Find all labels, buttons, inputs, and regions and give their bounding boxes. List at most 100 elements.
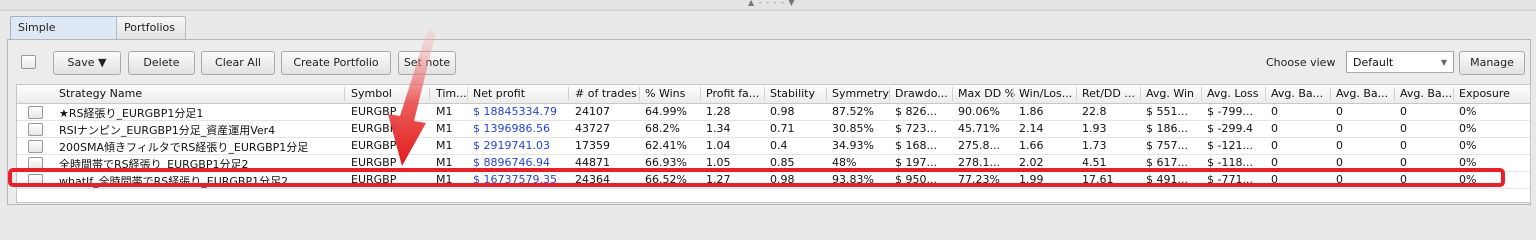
manage-button[interactable]: Manage [1459,51,1525,75]
view-select-value: Default [1353,56,1394,69]
cell-avg-bars-1: 0 [1271,105,1278,118]
cell-avg-bars-2: 0 [1336,139,1343,152]
chevron-down-icon: ▼ [1440,58,1447,67]
choose-view-label: Choose view [1266,56,1336,69]
cell-exposure: 0% [1459,122,1477,135]
cell-avg-loss: $ -121... [1207,139,1253,152]
col-profit-factor[interactable]: Profit fa... [706,87,759,100]
cell-avg-bars-2: 0 [1336,122,1343,135]
cell-profit-factor: 1.28 [706,105,731,118]
row-checkbox[interactable] [28,140,43,153]
col-net-profit[interactable]: Net profit [473,87,525,100]
tab-simple-strategies[interactable]: Simple strategies [10,16,120,56]
cell-win-loss: 2.14 [1019,122,1044,135]
column-divider [1140,87,1141,101]
cell-strategy-name: 200SMA傾きフィルタでRS経張り_EURGBP1分足 [59,141,309,154]
column-divider [344,87,345,101]
cell-net-profit: $ 2919741.03 [473,139,550,152]
cell-wins: 68.2% [645,122,680,135]
panel-splitter[interactable]: ▲ - - - - ▼ [0,0,1536,11]
cell-avg-win: $ 186... [1146,122,1188,135]
cell-stability: 0.98 [770,105,795,118]
cell-avg-bars-1: 0 [1271,122,1278,135]
col-drawdown[interactable]: Drawdo... [895,87,948,100]
col-ret-dd[interactable]: Ret/DD ... [1082,87,1135,100]
cell-strategy-name: ★RS経張り_EURGBP1分足1 [59,107,204,120]
cell-win-loss: 1.86 [1019,105,1044,118]
cell-drawdown: $ 723... [895,122,937,135]
cell-ret-dd: 22.8 [1082,105,1107,118]
cell-avg-win: $ 757... [1146,139,1188,152]
table-row[interactable]: 200SMA傾きフィルタでRS経張り_EURGBP1分足 EURGBP M1 $ 29… [17,138,1530,155]
clear-all-button[interactable]: Clear All [201,51,275,75]
col-exposure[interactable]: Exposure [1459,87,1510,100]
cell-ret-dd: 1.93 [1082,122,1107,135]
cell-symmetry: 30.85% [832,122,874,135]
cell-profit-factor: 1.34 [706,122,731,135]
cell-stability: 0.4 [770,139,788,152]
table-row[interactable]: RSIナンピン_EURGBP1分足_資産運用Ver4 EURGBP M1 $ 1396… [17,121,1530,138]
column-divider [826,87,827,101]
tab-portfolios[interactable]: Portfolios [116,16,186,39]
cell-strategy-name: RSIナンピン_EURGBP1分足_資産運用Ver4 [59,124,276,137]
col-strategy-name[interactable]: Strategy Name [59,87,142,100]
cell-avg-loss: $ -799... [1207,105,1253,118]
cell-win-loss: 1.66 [1019,139,1044,152]
view-select[interactable]: Default ▼ [1346,51,1454,73]
cell-avg-loss: $ -299.4 [1207,122,1253,135]
cell-avg-bars-3: 0 [1400,105,1407,118]
save-button[interactable]: Save ▼ [53,51,121,75]
cell-avg-bars-2: 0 [1336,105,1343,118]
column-divider [764,87,765,101]
cell-net-profit: $ 18845334.79 [473,105,557,118]
column-divider [1394,87,1395,101]
select-all-checkbox[interactable] [21,55,36,69]
cell-wins: 62.41% [645,139,687,152]
col-avg-win[interactable]: Avg. Win [1146,87,1194,100]
column-divider [1013,87,1014,101]
delete-button[interactable]: Delete [128,51,195,75]
col-avg-bars-2[interactable]: Avg. Ba... [1336,87,1388,100]
col-win-loss[interactable]: Win/Los... [1019,87,1072,100]
column-divider [889,87,890,101]
cell-max-dd: 90.06% [958,105,1000,118]
highlight-box [8,168,1505,187]
col-max-dd[interactable]: Max DD % [958,87,1015,100]
cell-max-dd: 275.8... [958,139,1000,152]
table-header: Strategy Name Symbol Tim... Net profit #… [17,85,1530,104]
column-divider [1076,87,1077,101]
column-divider [1453,87,1454,101]
cell-wins: 64.99% [645,105,687,118]
cell-net-profit: $ 1396986.56 [473,122,550,135]
cell-drawdown: $ 168... [895,139,937,152]
col-avg-loss[interactable]: Avg. Loss [1207,87,1259,100]
col-avg-bars-3[interactable]: Avg. Ba... [1400,87,1452,100]
column-divider [1330,87,1331,101]
cell-avg-bars-1: 0 [1271,139,1278,152]
table-row[interactable]: ★RS経張り_EURGBP1分足1 EURGBP M1 $ 18845334.79 24… [17,104,1530,121]
cell-trades: 43727 [575,122,610,135]
col-stability[interactable]: Stability [770,87,815,100]
cell-avg-win: $ 551... [1146,105,1188,118]
cell-avg-bars-3: 0 [1400,122,1407,135]
col-trades[interactable]: # of trades [575,87,637,100]
cell-profit-factor: 1.04 [706,139,731,152]
cell-trades: 17359 [575,139,610,152]
splitter-handle[interactable]: ▲ - - - - ▼ [748,0,796,7]
cell-exposure: 0% [1459,105,1477,118]
column-divider [952,87,953,101]
cell-max-dd: 45.71% [958,122,1000,135]
cell-symmetry: 34.93% [832,139,874,152]
cell-stability: 0.71 [770,122,795,135]
cell-ret-dd: 1.73 [1082,139,1107,152]
cell-symmetry: 87.52% [832,105,874,118]
cell-exposure: 0% [1459,139,1477,152]
col-symmetry[interactable]: Symmetry [832,87,889,100]
column-divider [639,87,640,101]
row-checkbox[interactable] [28,106,43,119]
col-wins[interactable]: % Wins [645,87,685,100]
row-checkbox[interactable] [28,123,43,136]
column-divider [568,87,569,101]
col-avg-bars-1[interactable]: Avg. Ba... [1271,87,1323,100]
cell-avg-bars-3: 0 [1400,139,1407,152]
